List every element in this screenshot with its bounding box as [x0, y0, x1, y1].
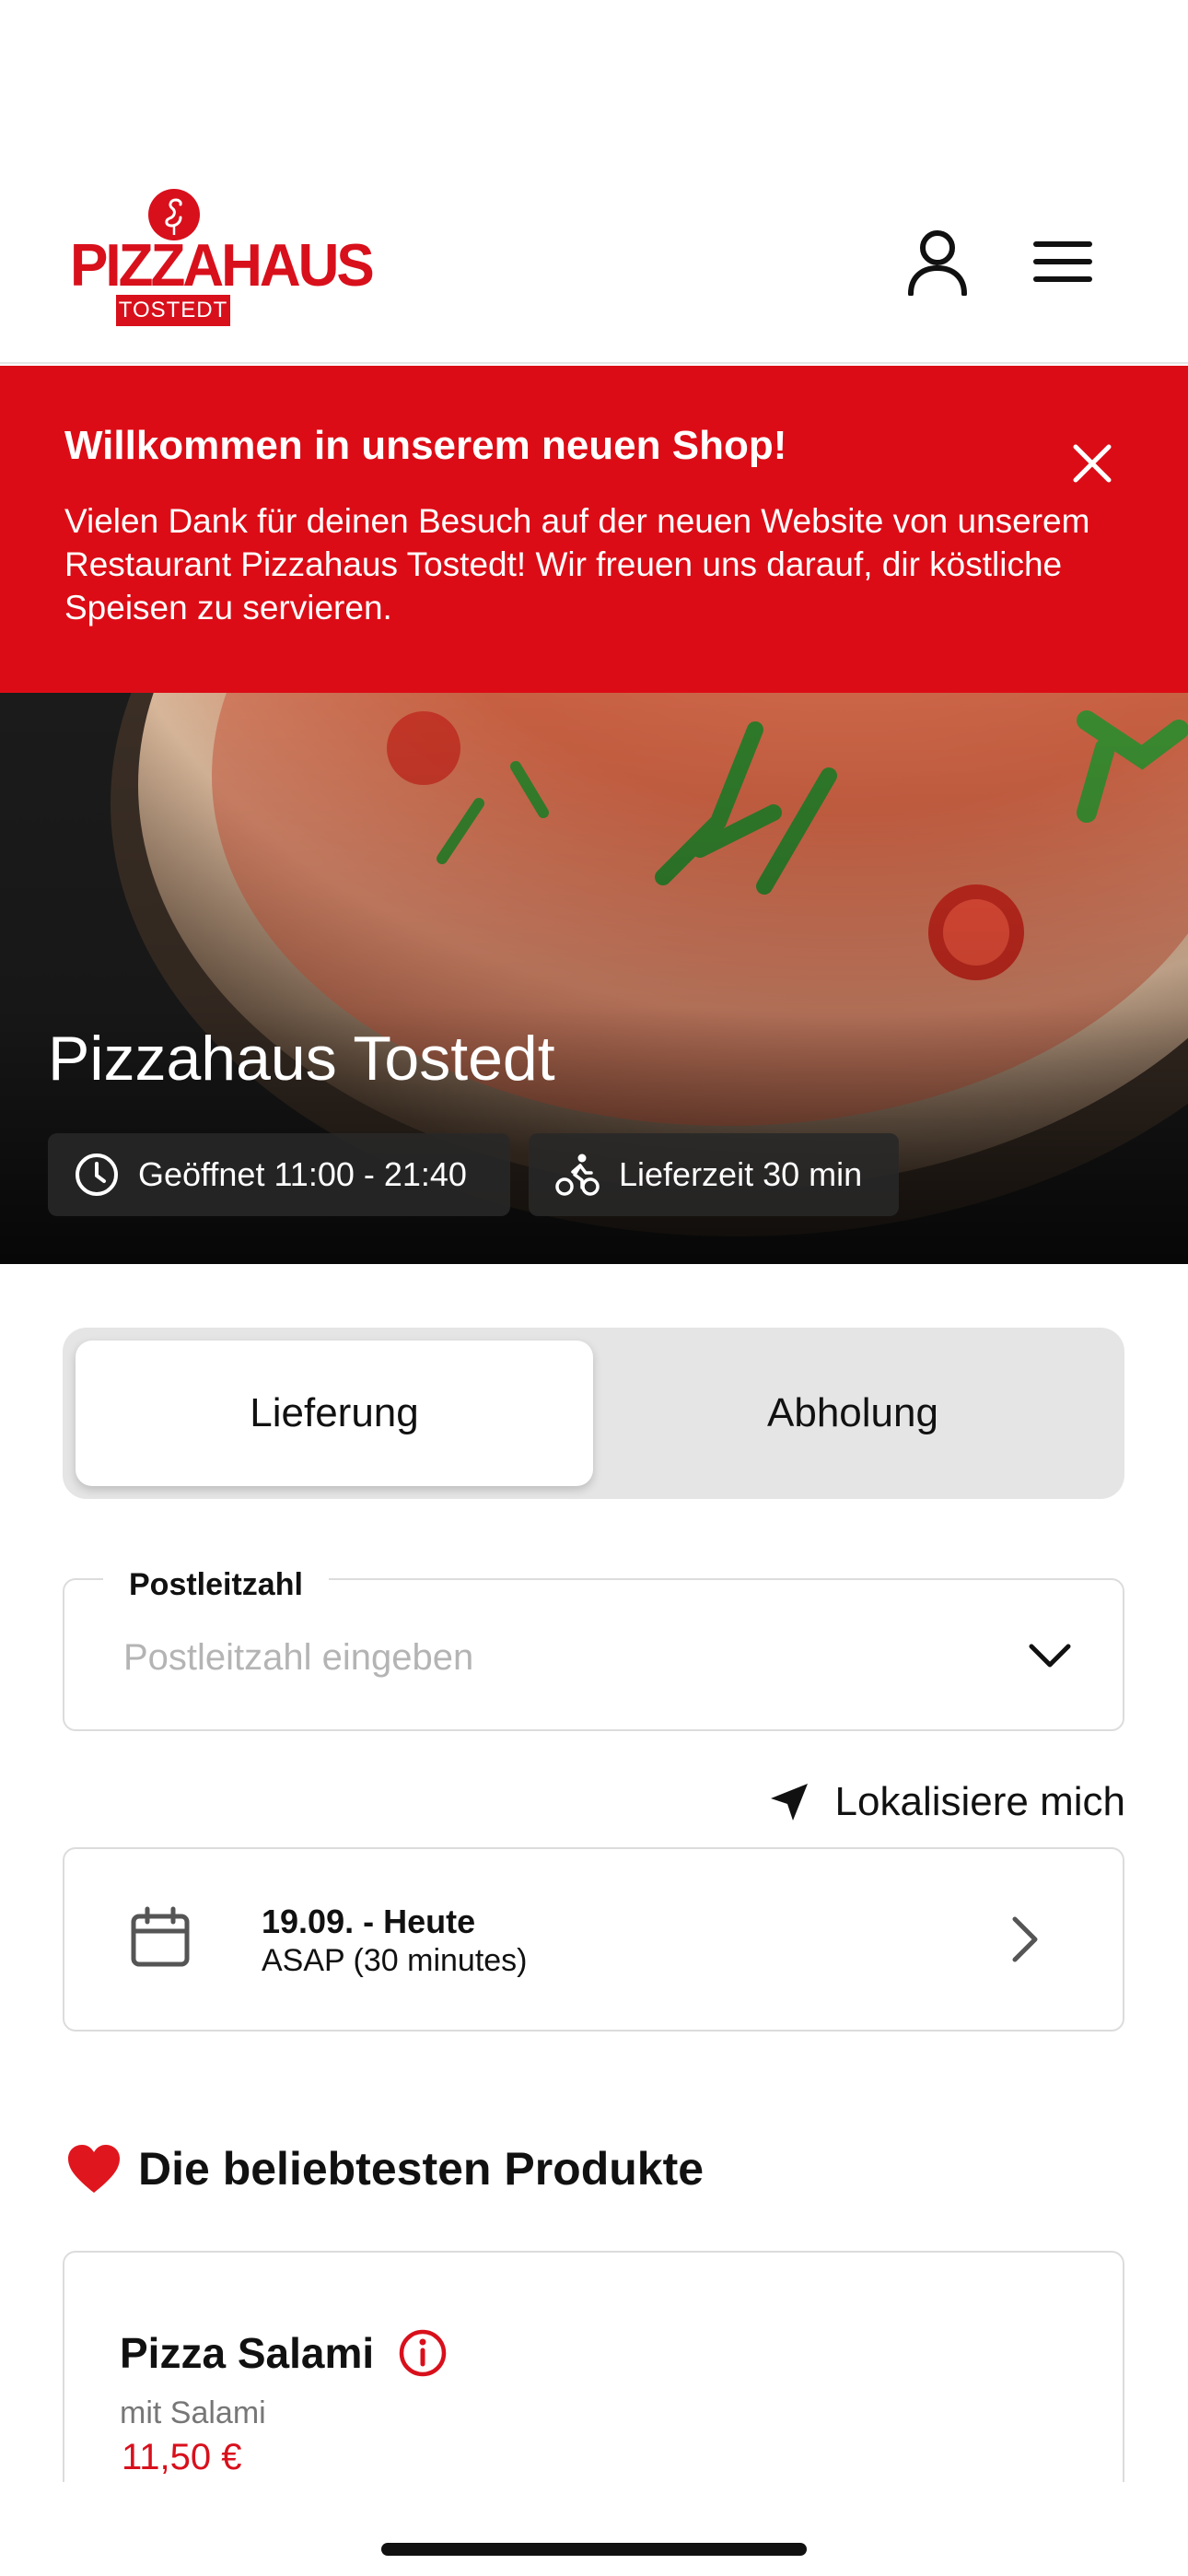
location-arrow-icon — [770, 1784, 808, 1821]
tab-pickup[interactable]: Abholung — [594, 1341, 1112, 1486]
tab-delivery[interactable]: Lieferung — [76, 1341, 593, 1486]
hero-section: Pizzahaus Tostedt Geöffnet 11:00 - 21:40… — [0, 693, 1188, 1264]
locate-me-button[interactable]: Lokalisiere mich — [755, 1774, 1125, 1831]
product-name: Pizza Salami — [120, 2328, 448, 2378]
popular-products-title: Die beliebtesten Produkte — [138, 2143, 705, 2195]
product-name-text: Pizza Salami — [120, 2329, 375, 2377]
welcome-banner: Willkommen in unserem neuen Shop! Vielen… — [0, 366, 1188, 693]
app-header: PIZZAHAUS TOSTEDT — [0, 0, 1188, 364]
product-description: mit Salami — [120, 2395, 266, 2430]
product-price: 11,50 € — [122, 2437, 242, 2477]
opening-hours-badge: Geöffnet 11:00 - 21:40 — [48, 1133, 510, 1216]
clock-icon — [76, 1153, 118, 1196]
close-icon[interactable] — [1068, 439, 1116, 487]
bottom-safe-area — [0, 2482, 1188, 2576]
order-mode-toggle: Lieferung Abholung — [63, 1328, 1124, 1499]
restaurant-name: Pizzahaus Tostedt — [48, 1024, 555, 1094]
delivery-time-selector[interactable]: 19.09. - Heute ASAP (30 minutes) — [63, 1847, 1124, 2032]
logo-subtitle: TOSTEDT — [116, 295, 230, 326]
postcode-label: Postleitzahl — [103, 1567, 329, 1603]
delivery-time-badge: Lieferzeit 30 min — [529, 1133, 899, 1216]
bicycle-courier-icon — [555, 1153, 600, 1196]
banner-title: Willkommen in unserem neuen Shop! — [64, 423, 787, 468]
locate-me-label: Lokalisiere mich — [834, 1779, 1125, 1824]
popular-products-heading: Die beliebtesten Produkte — [66, 2142, 704, 2195]
logo-wordmark: PIZZAHAUS — [70, 232, 375, 299]
opening-hours-text: Geöffnet 11:00 - 21:40 — [138, 1155, 467, 1193]
banner-text: Vielen Dank für deinen Besuch auf der ne… — [64, 502, 1090, 626]
delivery-time-text: Lieferzeit 30 min — [619, 1155, 863, 1193]
info-icon[interactable] — [398, 2328, 448, 2378]
slot-date: 19.09. - Heute — [262, 1903, 476, 1940]
home-indicator[interactable] — [381, 2543, 807, 2556]
pizzahaus-logo[interactable]: PIZZAHAUS TOSTEDT — [70, 189, 375, 327]
heart-icon — [68, 2145, 120, 2193]
user-icon[interactable] — [902, 226, 973, 298]
chevron-down-icon[interactable] — [1022, 1628, 1077, 1683]
postcode-field[interactable]: Postleitzahl Postleitzahl eingeben — [63, 1567, 1124, 1731]
slot-time: ASAP (30 minutes) — [262, 1943, 528, 1978]
chevron-right-icon — [1012, 1916, 1038, 1962]
postcode-input[interactable]: Postleitzahl eingeben — [123, 1637, 473, 1679]
calendar-icon — [131, 1906, 190, 1967]
hamburger-menu-icon[interactable] — [1027, 226, 1099, 298]
